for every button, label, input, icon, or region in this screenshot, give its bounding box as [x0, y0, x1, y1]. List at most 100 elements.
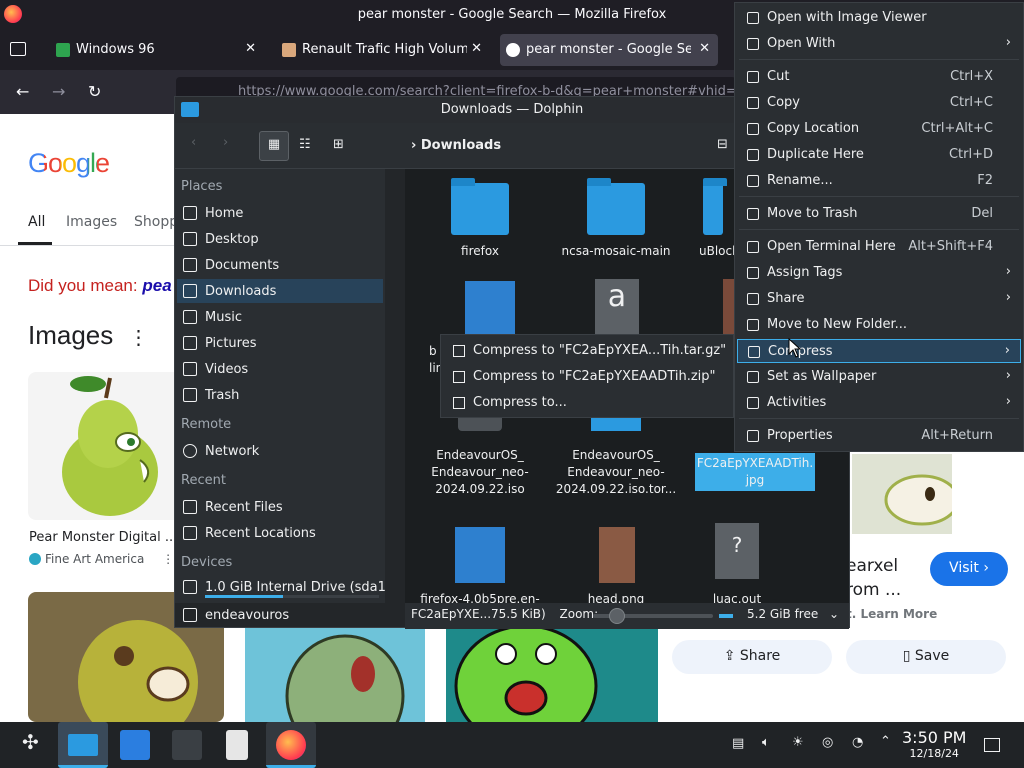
device-endeavouros[interactable]: endeavouros	[177, 603, 383, 627]
tab-windows96[interactable]: Windows 96 ✕	[50, 34, 264, 66]
back-icon[interactable]: ‹	[191, 135, 196, 150]
place-desktop[interactable]: Desktop	[177, 227, 383, 251]
archive-icon	[465, 281, 515, 337]
place-recent-locations[interactable]: Recent Locations	[177, 521, 383, 545]
file-item-head-png[interactable]: head.png	[551, 527, 681, 603]
wallpaper-icon	[747, 371, 759, 383]
place-label: Trash	[205, 388, 240, 403]
place-recent-files[interactable]: Recent Files	[177, 495, 383, 519]
side-learn-more[interactable]: t. Learn More	[846, 607, 937, 621]
menu-cut[interactable]: Cut Ctrl+X	[737, 65, 1021, 89]
chevron-down-icon[interactable]: ⌄	[829, 607, 839, 621]
volume-icon[interactable]: 🔈︎	[762, 735, 770, 750]
menu-duplicate[interactable]: Duplicate Here Ctrl+D	[737, 143, 1021, 167]
menu-move-to-trash[interactable]: Move to Trash Del	[737, 202, 1021, 226]
file-item-ncsa[interactable]: ncsa-mosaic-main	[551, 178, 681, 260]
menu-open-with[interactable]: Open With ›	[737, 32, 1021, 56]
file-item-luac[interactable]: ? luac.out	[687, 523, 787, 603]
place-trash[interactable]: Trash	[177, 383, 383, 407]
text-file-icon[interactable]: a	[595, 279, 639, 335]
place-videos[interactable]: Videos	[177, 357, 383, 381]
firefox-task-icon[interactable]	[266, 722, 316, 768]
icons-view-button[interactable]: ▦	[259, 131, 289, 161]
menu-activities[interactable]: Activities ›	[737, 391, 1021, 415]
place-music[interactable]: Music	[177, 305, 383, 329]
remote-header: Remote	[181, 417, 232, 432]
system-settings-icon[interactable]	[172, 730, 202, 760]
result1-menu-icon[interactable]: ⋮	[162, 552, 174, 566]
clock[interactable]: 3:50 PM 12/18/24	[902, 728, 966, 760]
updates-icon[interactable]: ◔	[852, 735, 863, 750]
compact-view-icon[interactable]: ☷	[299, 137, 311, 152]
more-options-icon[interactable]: ⋮	[129, 327, 149, 349]
menu-copy-location[interactable]: Copy Location Ctrl+Alt+C	[737, 117, 1021, 141]
free-space[interactable]: 5.2 GiB free	[747, 607, 818, 621]
place-pictures[interactable]: Pictures	[177, 331, 383, 355]
result1-title[interactable]: Pear Monster Digital ...	[29, 530, 177, 545]
side-title[interactable]: earxel rom ...	[846, 554, 901, 602]
menu-set-wallpaper[interactable]: Set as Wallpaper ›	[737, 365, 1021, 389]
menu-share[interactable]: Share ›	[737, 287, 1021, 311]
discover-store-icon[interactable]	[120, 730, 150, 760]
menu-compress[interactable]: Compress ›	[737, 339, 1021, 363]
close-tab-icon[interactable]: ✕	[699, 41, 710, 56]
breadcrumb[interactable]: › Downloads	[411, 138, 501, 153]
forward-icon[interactable]: ›	[223, 135, 228, 150]
menu-assign-tags[interactable]: Assign Tags ›	[737, 261, 1021, 285]
menu-open-image-viewer[interactable]: Open with Image Viewer	[737, 6, 1021, 30]
place-network[interactable]: Network	[177, 439, 383, 463]
result-image-pear-4[interactable]	[446, 624, 658, 748]
zoom-slider-handle[interactable]	[609, 608, 625, 624]
file-item-firefox[interactable]: firefox	[415, 178, 545, 260]
side-image[interactable]	[852, 454, 952, 534]
tray-expand-icon[interactable]: ⌃	[880, 734, 891, 749]
text-editor-icon[interactable]	[226, 730, 248, 760]
reload-icon[interactable]: ↻	[88, 82, 101, 101]
did-you-mean-link[interactable]: pea	[142, 276, 171, 295]
compress-tar-gz[interactable]: Compress to "FC2aEpYXEA...Tih.tar.gz"	[443, 339, 731, 363]
close-tab-icon[interactable]: ✕	[245, 41, 256, 56]
clipboard-icon[interactable]: ▤	[732, 736, 744, 751]
google-logo[interactable]: Google	[28, 148, 110, 179]
file-item-selected-jpg[interactable]: FC2aEpYXEAADTih. jpg	[695, 453, 815, 491]
share-button[interactable]: ⇪ Share	[672, 640, 832, 674]
tab-renault[interactable]: Renault Trafic High Volum ✕	[276, 34, 490, 66]
cut-icon	[747, 71, 759, 83]
device-label: 1.0 GiB Internal Drive (sda1)	[205, 580, 391, 595]
place-home[interactable]: Home	[177, 201, 383, 225]
compress-zip[interactable]: Compress to "FC2aEpYXEAADTih.zip"	[443, 365, 731, 389]
place-downloads[interactable]: Downloads	[177, 279, 383, 303]
dolphin-task-icon[interactable]	[58, 722, 108, 768]
details-view-icon[interactable]: ⊞	[333, 137, 344, 152]
forward-icon[interactable]: →	[52, 82, 65, 101]
place-documents[interactable]: Documents	[177, 253, 383, 277]
split-view-icon[interactable]: ⊟	[717, 137, 728, 152]
result-image-pear-monster[interactable]	[28, 372, 188, 520]
zoom-slider[interactable]	[593, 608, 713, 624]
show-desktop-icon[interactable]	[984, 738, 1000, 752]
compress-to[interactable]: Compress to...	[443, 391, 731, 415]
back-icon[interactable]: ←	[16, 82, 29, 101]
visit-button[interactable]: Visit ›	[930, 552, 1008, 586]
file-item-endeavour-iso[interactable]: EndeavourOS_ Endeavour_neo- 2024.09.22.i…	[415, 401, 545, 498]
menu-move-to-new-folder[interactable]: Move to New Folder...	[737, 313, 1021, 337]
menu-rename[interactable]: Rename... F2	[737, 169, 1021, 193]
tab-shopping[interactable]: Shopp	[134, 214, 178, 230]
menu-copy[interactable]: Copy Ctrl+C	[737, 91, 1021, 115]
device-internal-drive[interactable]: 1.0 GiB Internal Drive (sda1)	[177, 575, 391, 599]
file-view-scrollbar[interactable]	[385, 169, 405, 603]
menu-open-terminal[interactable]: Open Terminal Here Alt+Shift+F4	[737, 235, 1021, 259]
file-item-endeavour-torrent[interactable]: EndeavourOS_ Endeavour_neo- 2024.09.22.i…	[551, 401, 681, 498]
result-image-pear-3[interactable]	[245, 626, 425, 758]
save-button[interactable]: ▯ Save	[846, 640, 1006, 674]
tab-all[interactable]: All	[28, 214, 45, 230]
brightness-icon[interactable]: ☀	[792, 735, 804, 750]
app-launcher-icon[interactable]: ✣	[18, 730, 48, 760]
file-item-firefox-tar[interactable]: firefox-4.0b5pre.en-	[415, 527, 545, 603]
tab-list-icon[interactable]	[10, 42, 26, 56]
menu-properties[interactable]: Properties Alt+Return	[737, 424, 1021, 448]
tab-images[interactable]: Images	[66, 214, 117, 230]
tab-pear-monster[interactable]: pear monster - Google Se ✕	[500, 34, 718, 66]
network-icon[interactable]: ◎	[822, 735, 833, 750]
close-tab-icon[interactable]: ✕	[471, 41, 482, 56]
